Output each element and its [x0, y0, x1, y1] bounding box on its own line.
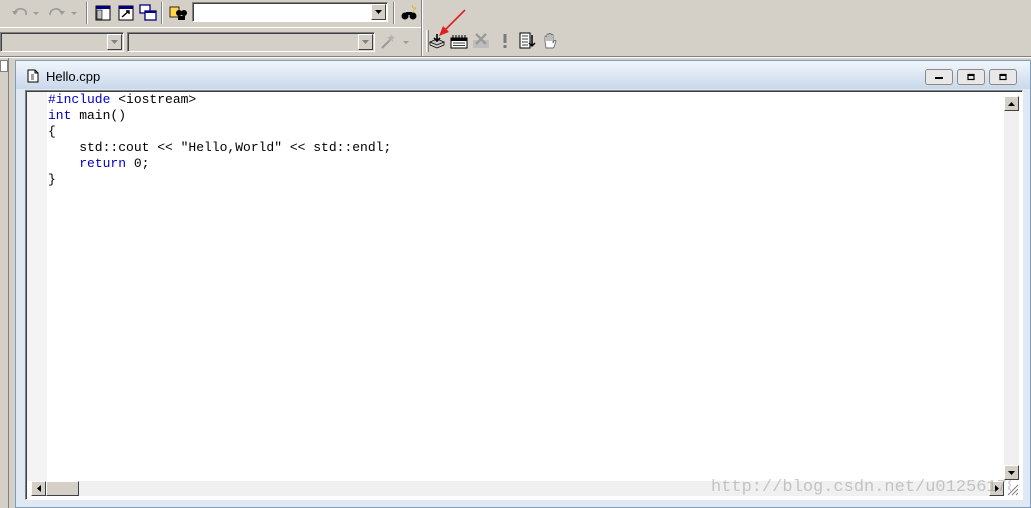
chevron-down-icon [111, 40, 118, 44]
horizontal-scroll-thumb[interactable] [46, 481, 79, 496]
close-icon [999, 73, 1007, 81]
chevron-down-icon [362, 40, 369, 44]
toolbar-standard [0, 0, 425, 27]
undo-button[interactable] [10, 2, 42, 24]
arrow-up-icon [1008, 101, 1015, 106]
find-in-files-icon [169, 6, 187, 20]
arrow-down-icon [1008, 470, 1015, 475]
restore-button[interactable] [957, 69, 985, 85]
chevron-down-icon [375, 10, 382, 14]
close-button[interactable] [989, 69, 1017, 85]
execute-button[interactable] [494, 30, 516, 52]
code-text: #include <iostream> int main() { std::co… [48, 92, 391, 188]
minimize-icon [935, 77, 943, 79]
code-line: std::cout << "Hello,World" << std::endl; [48, 140, 392, 155]
stop-build-icon [473, 33, 489, 48]
vertical-scrollbar[interactable] [1004, 96, 1019, 480]
member-combo-dropdown[interactable] [358, 34, 373, 50]
document-title: Hello.cpp [46, 69, 101, 84]
find-in-files-button[interactable] [167, 2, 189, 24]
find-combo-dropdown[interactable] [371, 4, 386, 20]
code-editor[interactable]: #include <iostream> int main() { std::co… [25, 90, 1023, 500]
annotation-arrow [439, 9, 466, 36]
find-button[interactable] [398, 2, 420, 24]
output-icon [118, 5, 134, 21]
redo-icon [49, 8, 77, 16]
left-docked-panel [0, 58, 9, 508]
restore-icon [967, 73, 975, 81]
workspace-button[interactable] [92, 2, 114, 24]
undo-icon [12, 8, 39, 16]
output-button[interactable] [115, 2, 137, 24]
toolbar-separator [161, 2, 163, 24]
code-line: { [48, 124, 56, 139]
code-line: } [48, 172, 56, 187]
member-combo[interactable] [127, 32, 375, 52]
code-line: int main() [48, 108, 127, 123]
breakpoint-button[interactable] [539, 30, 561, 52]
windows-list-icon [139, 4, 157, 21]
left-panel-tab[interactable] [0, 60, 8, 72]
scroll-up-button[interactable] [1004, 96, 1019, 111]
toolbar-bottom-edge [0, 56, 1031, 58]
wizard-actions-button[interactable] [378, 31, 414, 53]
toolbar-wizard [0, 27, 421, 56]
document-window: Hello.cpp #include <iostream> int main()… [15, 60, 1031, 508]
scroll-left-button[interactable] [31, 481, 46, 496]
execute-icon [503, 34, 507, 48]
wizard-icon [381, 34, 409, 49]
arrow-left-icon [36, 485, 41, 492]
workspace-icon [95, 5, 111, 21]
find-icon [401, 4, 417, 20]
watermark: http://blog.csdn.net/u01256178 [711, 478, 1011, 497]
file-icon [27, 69, 39, 83]
toolbar-separator [86, 2, 88, 24]
go-icon [519, 32, 536, 49]
class-combo[interactable] [0, 32, 124, 52]
document-titlebar[interactable]: Hello.cpp [16, 61, 1030, 89]
class-combo-dropdown[interactable] [107, 34, 122, 50]
find-combo[interactable] [192, 2, 388, 22]
windows-list-button[interactable] [137, 2, 159, 24]
code-line: return 0; [79, 156, 150, 171]
toolbar-separator [393, 2, 395, 24]
redo-button[interactable] [46, 2, 80, 24]
hand-icon [544, 33, 557, 49]
code-line: #include <iostream> [48, 92, 197, 107]
stop-build-button[interactable] [470, 30, 492, 52]
selection-margin[interactable] [27, 92, 47, 481]
go-button[interactable] [516, 30, 538, 52]
minimize-button[interactable] [925, 69, 953, 85]
